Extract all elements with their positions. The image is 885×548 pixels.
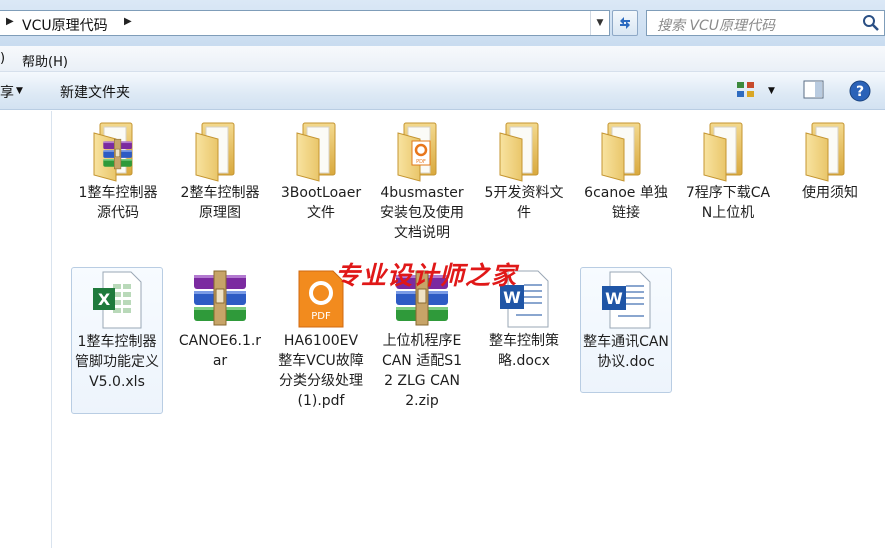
view-options-chevron-icon[interactable]: ▼ <box>768 86 775 96</box>
file-item-label: 6canoe 单独链接 <box>584 185 668 221</box>
file-item-label: HA6100EV整车VCU故障分类分级处理(1).pdf <box>278 333 364 409</box>
svg-text:W: W <box>605 289 623 308</box>
folder-icon <box>195 122 235 182</box>
svg-text:PDF: PDF <box>311 311 331 322</box>
folder-icon <box>703 122 743 182</box>
file-item-label: 1整车控制器源代码 <box>78 185 158 221</box>
file-item-label: 1整车控制器管脚功能定义V5.0.xls <box>75 334 159 390</box>
command-bar: 享 ▼ 新建文件夹 ▼ ? <box>0 72 885 110</box>
file-item-label: 2整车控制器原理图 <box>180 185 260 221</box>
menu-bar: ) 帮助(H) <box>0 46 885 72</box>
address-bar[interactable]: ▶ VCU原理代码 ▶ ▼ <box>0 10 610 36</box>
preview-pane-icon[interactable] <box>803 80 825 100</box>
search-icon[interactable] <box>862 14 880 32</box>
breadcrumb-arrow-icon[interactable]: ▶ <box>124 16 132 27</box>
help-icon[interactable]: ? <box>849 80 871 102</box>
file-item[interactable]: 6canoe 单独链接 <box>580 119 672 223</box>
address-history-dropdown-icon[interactable]: ▼ <box>590 11 609 35</box>
file-item-label: 整车通讯CAN协议.doc <box>583 334 669 370</box>
excel-icon: X <box>93 271 142 329</box>
watermark-text: 专业设计师之家 <box>335 261 518 290</box>
file-item[interactable]: PDF 4busmaster安装包及使用文档说明 <box>376 119 468 243</box>
new-folder-button[interactable]: 新建文件夹 <box>60 82 130 102</box>
svg-text:X: X <box>98 290 111 309</box>
file-item-label: 使用须知 <box>802 185 858 201</box>
menu-item-truncated[interactable]: ) <box>0 51 5 66</box>
share-menu-button[interactable]: 享 <box>0 82 14 102</box>
navigation-pane[interactable] <box>0 111 52 548</box>
file-item-label: 整车控制策略.docx <box>489 333 559 369</box>
refresh-icon <box>620 17 630 29</box>
file-item-selected[interactable]: X 1整车控制器管脚功能定义V5.0.xls <box>71 267 163 414</box>
file-item-label: 上位机程序ECAN 适配S12 ZLG CAN2.zip <box>381 333 463 409</box>
menu-item-help[interactable]: 帮助(H) <box>22 51 68 70</box>
file-item[interactable]: 使用须知 <box>784 119 876 203</box>
file-item[interactable]: 5开发资料文件 <box>478 119 570 223</box>
breadcrumb-arrow-icon[interactable]: ▶ <box>6 16 14 27</box>
folder-icon <box>601 122 641 182</box>
file-item-selected[interactable]: W 整车通讯CAN协议.doc <box>580 267 672 393</box>
folder-icon <box>499 122 539 182</box>
file-item-label: 3BootLoaer文件 <box>280 185 362 221</box>
file-item-label: 5开发资料文件 <box>484 185 564 221</box>
folder-icon <box>296 122 336 182</box>
svg-text:?: ? <box>856 84 864 100</box>
file-item-label: CANOE6.1.rar <box>178 333 262 369</box>
word-icon: W <box>602 271 651 329</box>
address-bar-row: ▶ VCU原理代码 ▶ ▼ 搜索 VCU原理代码 <box>0 0 885 46</box>
pdf-folder-icon: PDF <box>397 122 437 182</box>
file-item[interactable]: CANOE6.1.rar <box>174 267 266 371</box>
rar-icon <box>193 270 247 326</box>
search-placeholder: 搜索 VCU原理代码 <box>657 18 776 34</box>
search-input[interactable]: 搜索 VCU原理代码 <box>646 10 885 36</box>
refresh-button[interactable] <box>612 10 638 36</box>
file-item[interactable]: 3BootLoaer文件 <box>275 119 367 223</box>
rar-folder-icon <box>93 122 133 182</box>
svg-text:PDF: PDF <box>416 159 426 165</box>
file-item-label: 7程序下载CAN上位机 <box>685 185 771 221</box>
file-item[interactable]: 2整车控制器原理图 <box>174 119 266 223</box>
chevron-down-icon[interactable]: ▼ <box>16 86 23 96</box>
file-list-view[interactable]: 1整车控制器源代码 2整车控制器原理图 3BootLoaer文件 PDF 4bu… <box>53 111 885 548</box>
breadcrumb-current[interactable]: VCU原理代码 <box>22 15 108 35</box>
change-view-icon[interactable] <box>736 80 756 100</box>
file-item[interactable]: 7程序下载CAN上位机 <box>682 119 774 223</box>
file-item[interactable]: 1整车控制器源代码 <box>72 119 164 223</box>
folder-icon <box>805 122 845 182</box>
file-item-label: 4busmaster安装包及使用文档说明 <box>380 185 464 241</box>
